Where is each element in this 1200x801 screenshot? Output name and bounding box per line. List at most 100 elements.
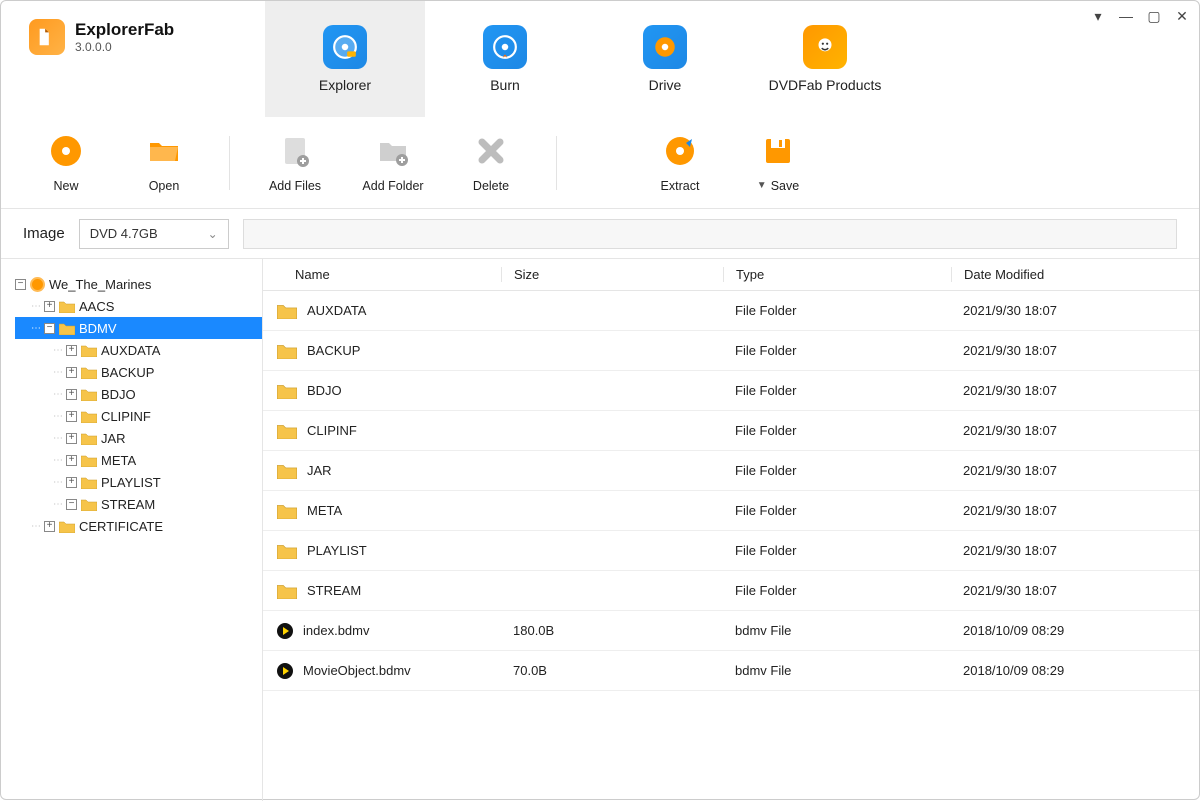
app-logo-icon — [29, 19, 65, 55]
tree-item-label: META — [101, 453, 136, 468]
expand-icon[interactable]: + — [44, 521, 55, 532]
file-row[interactable]: index.bdmv180.0Bbdmv File2018/10/09 08:2… — [263, 611, 1199, 651]
folder-icon — [81, 366, 97, 379]
maximize-icon[interactable]: ▢ — [1147, 9, 1161, 23]
new-button[interactable]: New — [19, 133, 113, 193]
tree-item[interactable]: ⋯+CLIPINF — [15, 405, 262, 427]
expand-icon[interactable]: + — [66, 345, 77, 356]
file-row[interactable]: STREAMFile Folder2021/9/30 18:07 — [263, 571, 1199, 611]
bdmv-file-icon — [277, 623, 293, 639]
file-date: 2021/9/30 18:07 — [951, 383, 1199, 398]
file-row[interactable]: AUXDATAFile Folder2021/9/30 18:07 — [263, 291, 1199, 331]
file-row[interactable]: MovieObject.bdmv 70.0Bbdmv File2018/10/09… — [263, 651, 1199, 691]
tab-drive[interactable]: Drive — [585, 1, 745, 117]
tree-item-label: CLIPINF — [101, 409, 151, 424]
col-type[interactable]: Type — [723, 267, 951, 282]
file-row[interactable]: METAFile Folder2021/9/30 18:07 — [263, 491, 1199, 531]
file-row[interactable]: JARFile Folder2021/9/30 18:07 — [263, 451, 1199, 491]
tree-item[interactable]: ⋯+META — [15, 449, 262, 471]
expand-icon[interactable]: + — [66, 411, 77, 422]
tab-drive-label: Drive — [649, 77, 682, 93]
add-files-button[interactable]: Add Files — [248, 133, 342, 193]
file-row[interactable]: BDJOFile Folder2021/9/30 18:07 — [263, 371, 1199, 411]
col-name[interactable]: Name — [277, 267, 501, 282]
file-row[interactable]: CLIPINFFile Folder2021/9/30 18:07 — [263, 411, 1199, 451]
file-row[interactable]: PLAYLISTFile Folder2021/9/30 18:07 — [263, 531, 1199, 571]
col-date[interactable]: Date Modified — [951, 267, 1199, 282]
separator — [229, 136, 230, 190]
tree-item[interactable]: ⋯+PLAYLIST — [15, 471, 262, 493]
products-icon — [803, 25, 847, 69]
separator — [556, 136, 557, 190]
delete-label: Delete — [473, 179, 509, 193]
disc-icon — [323, 25, 367, 69]
file-size: 70.0B — [501, 663, 723, 678]
tree-item-bdmv[interactable]: ⋯ − BDMV — [15, 317, 262, 339]
tab-burn[interactable]: Burn — [425, 1, 585, 117]
window-controls: ▾ — ▢ ✕ — [1091, 9, 1189, 23]
expand-icon[interactable]: + — [66, 433, 77, 444]
folder-icon — [277, 463, 297, 479]
file-type: File Folder — [723, 423, 951, 438]
tree-item-label: CERTIFICATE — [79, 519, 163, 534]
close-icon[interactable]: ✕ — [1175, 9, 1189, 23]
collapse-icon[interactable]: − — [44, 323, 55, 334]
main-area: − We_The_Marines ⋯ + AACS ⋯ − BDMV ⋯+AUX… — [1, 259, 1199, 801]
path-input[interactable] — [243, 219, 1177, 249]
add-folder-icon — [375, 133, 411, 169]
add-files-label: Add Files — [269, 179, 321, 193]
file-type: File Folder — [723, 463, 951, 478]
tree-item-label: AUXDATA — [101, 343, 160, 358]
folder-icon — [81, 476, 97, 489]
expand-icon[interactable]: + — [66, 367, 77, 378]
extract-icon — [662, 133, 698, 169]
main-tabs: Explorer Burn Drive DVDFab Products — [265, 1, 905, 117]
extract-button[interactable]: Extract — [633, 133, 727, 193]
burn-icon — [483, 25, 527, 69]
file-date: 2021/9/30 18:07 — [951, 463, 1199, 478]
file-date: 2021/9/30 18:07 — [951, 503, 1199, 518]
tree-item[interactable]: ⋯+BDJO — [15, 383, 262, 405]
image-size-select[interactable]: DVD 4.7GB ⌄ — [79, 219, 229, 249]
expand-icon[interactable]: + — [44, 301, 55, 312]
tree-root[interactable]: − We_The_Marines — [15, 273, 262, 295]
tab-explorer[interactable]: Explorer — [265, 1, 425, 117]
file-type: bdmv File — [723, 663, 951, 678]
tab-products[interactable]: DVDFab Products — [745, 1, 905, 117]
file-date: 2018/10/09 08:29 — [951, 663, 1199, 678]
collapse-icon[interactable]: − — [66, 499, 77, 510]
delete-button[interactable]: Delete — [444, 133, 538, 193]
file-row[interactable]: BACKUPFile Folder2021/9/30 18:07 — [263, 331, 1199, 371]
tree-root-label: We_The_Marines — [49, 277, 151, 292]
folder-icon — [81, 388, 97, 401]
tree-item-certificate[interactable]: ⋯ + CERTIFICATE — [15, 515, 262, 537]
tab-explorer-label: Explorer — [319, 77, 371, 93]
folder-icon — [277, 423, 297, 439]
tree-item-label: STREAM — [101, 497, 155, 512]
tree-item-aacs[interactable]: ⋯ + AACS — [15, 295, 262, 317]
tree-item-label: JAR — [101, 431, 126, 446]
file-name: MovieObject.bdmv — [303, 663, 411, 678]
col-size[interactable]: Size — [501, 267, 723, 282]
folder-icon — [59, 520, 75, 533]
tree-item[interactable]: ⋯+BACKUP — [15, 361, 262, 383]
minimize-icon[interactable]: — — [1119, 9, 1133, 23]
menu-dropdown-icon[interactable]: ▾ — [1091, 9, 1105, 23]
toolbar: New Open Add Files Add Folder Delete Ext… — [1, 117, 1199, 209]
tree-item[interactable]: ⋯+JAR — [15, 427, 262, 449]
tree-item[interactable]: ⋯+AUXDATA — [15, 339, 262, 361]
delete-icon — [473, 133, 509, 169]
folder-icon — [59, 300, 75, 313]
open-button[interactable]: Open — [117, 133, 211, 193]
expand-icon[interactable]: + — [66, 455, 77, 466]
expand-icon[interactable]: + — [66, 477, 77, 488]
add-folder-button[interactable]: Add Folder — [346, 133, 440, 193]
tree-item[interactable]: ⋯−STREAM — [15, 493, 262, 515]
save-button[interactable]: ▼Save — [731, 133, 825, 193]
file-name: BDJO — [307, 383, 342, 398]
file-name: CLIPINF — [307, 423, 357, 438]
disc-icon — [30, 277, 45, 292]
expand-icon[interactable]: + — [66, 389, 77, 400]
collapse-icon[interactable]: − — [15, 279, 26, 290]
open-label: Open — [149, 179, 180, 193]
